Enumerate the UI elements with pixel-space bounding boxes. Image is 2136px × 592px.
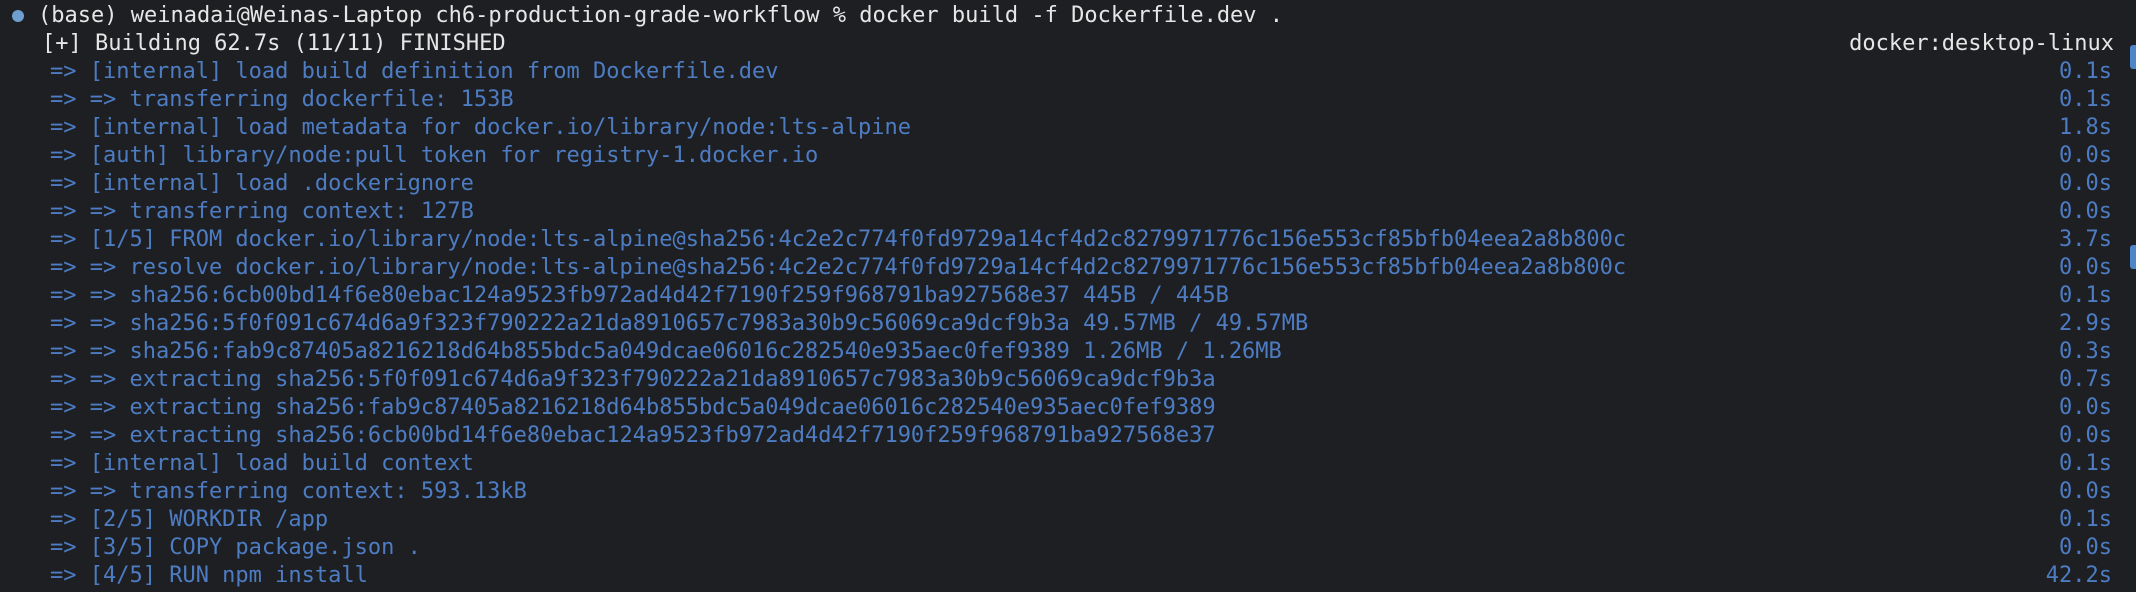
build-step-time: 1.8s: [2059, 115, 2112, 140]
build-step-text: => => sha256:5f0f091c674d6a9f323f790222a…: [50, 311, 1309, 336]
build-status: [+] Building 62.7s (11/11) FINISHED: [42, 31, 506, 56]
build-step-line: => => transferring context: 127B 0.0s: [0, 198, 2136, 226]
build-step-line: => [internal] load .dockerignore 0.0s: [0, 170, 2136, 198]
build-step-line: => [internal] load build context 0.1s: [0, 450, 2136, 478]
build-step-text: => => extracting sha256:fab9c87405a82162…: [50, 395, 1216, 420]
build-step-line: => => transferring dockerfile: 153B 0.1s: [0, 86, 2136, 114]
build-step-time: 0.0s: [2059, 199, 2112, 224]
build-step-text: => => resolve docker.io/library/node:lts…: [50, 255, 1627, 280]
build-step-text: => => extracting sha256:6cb00bd14f6e80eb…: [50, 423, 1216, 448]
build-step-line: => [3/5] COPY package.json . 0.0s: [0, 534, 2136, 562]
build-step-time: 2.9s: [2059, 311, 2112, 336]
build-step-text: => [2/5] WORKDIR /app: [50, 507, 329, 532]
build-step-text: => => transferring dockerfile: 153B: [50, 87, 514, 112]
build-step-time: 0.3s: [2059, 339, 2112, 364]
build-step-line: => => sha256:fab9c87405a8216218d64b855bd…: [0, 338, 2136, 366]
build-step-time: 0.0s: [2059, 535, 2112, 560]
build-step-line: => => sha256:5f0f091c674d6a9f323f790222a…: [0, 310, 2136, 338]
terminal-window[interactable]: (base) weinadai@Weinas-Laptop ch6-produc…: [0, 0, 2136, 592]
build-step-time: 0.1s: [2059, 283, 2112, 308]
build-step-time: 42.2s: [2045, 563, 2112, 588]
build-step-time: 0.7s: [2059, 367, 2112, 392]
build-step-time: 0.1s: [2059, 59, 2112, 84]
build-step-time: 0.0s: [2059, 423, 2112, 448]
build-status-line: [+] Building 62.7s (11/11) FINISHED dock…: [0, 30, 2136, 58]
build-step-time: 0.1s: [2059, 87, 2112, 112]
build-step-text: => [internal] load .dockerignore: [50, 171, 474, 196]
build-step-time: 0.0s: [2059, 255, 2112, 280]
build-step-text: => => extracting sha256:5f0f091c674d6a9f…: [50, 367, 1216, 392]
build-step-time: 0.0s: [2059, 479, 2112, 504]
build-step-text: => => sha256:6cb00bd14f6e80ebac124a9523f…: [50, 283, 1229, 308]
build-step-text: => [internal] load metadata for docker.i…: [50, 115, 911, 140]
build-step-text: => [4/5] RUN npm install: [50, 563, 368, 588]
build-step-text: => [internal] load build definition from…: [50, 59, 779, 84]
build-step-time: 0.0s: [2059, 171, 2112, 196]
command-prompt: (base) weinadai@Weinas-Laptop ch6-produc…: [38, 3, 1284, 28]
docker-context: docker:desktop-linux: [1849, 31, 2114, 56]
build-step-line: => [internal] load metadata for docker.i…: [0, 114, 2136, 142]
build-step-text: => [auth] library/node:pull token for re…: [50, 143, 819, 168]
build-step-line: => => extracting sha256:6cb00bd14f6e80eb…: [0, 422, 2136, 450]
prompt-line: (base) weinadai@Weinas-Laptop ch6-produc…: [0, 2, 2136, 30]
prompt-status-dot-icon: [12, 10, 24, 22]
build-step-line: => => extracting sha256:fab9c87405a82162…: [0, 394, 2136, 422]
build-step-text: => [internal] load build context: [50, 451, 474, 476]
build-step-text: => [1/5] FROM docker.io/library/node:lts…: [50, 227, 1627, 252]
build-step-line: => [internal] load build definition from…: [0, 58, 2136, 86]
build-step-line: => => sha256:6cb00bd14f6e80ebac124a9523f…: [0, 282, 2136, 310]
build-step-line: => => transferring context: 593.13kB 0.0…: [0, 478, 2136, 506]
build-step-time: 0.1s: [2059, 507, 2112, 532]
build-step-time: 0.0s: [2059, 395, 2112, 420]
build-step-time: 0.0s: [2059, 143, 2112, 168]
build-step-line: => [2/5] WORKDIR /app 0.1s: [0, 506, 2136, 534]
build-step-line: => [4/5] RUN npm install 42.2s: [0, 562, 2136, 590]
build-step-line: => => resolve docker.io/library/node:lts…: [0, 254, 2136, 282]
build-step-time: 0.1s: [2059, 451, 2112, 476]
build-step-time: 3.7s: [2059, 227, 2112, 252]
build-step-text: => => transferring context: 593.13kB: [50, 479, 527, 504]
build-step-text: => => sha256:fab9c87405a8216218d64b855bd…: [50, 339, 1282, 364]
build-step-line: => [auth] library/node:pull token for re…: [0, 142, 2136, 170]
build-step-line: => => extracting sha256:5f0f091c674d6a9f…: [0, 366, 2136, 394]
build-step-text: => => transferring context: 127B: [50, 199, 474, 224]
build-step-text: => [3/5] COPY package.json .: [50, 535, 421, 560]
build-step-line: => [1/5] FROM docker.io/library/node:lts…: [0, 226, 2136, 254]
